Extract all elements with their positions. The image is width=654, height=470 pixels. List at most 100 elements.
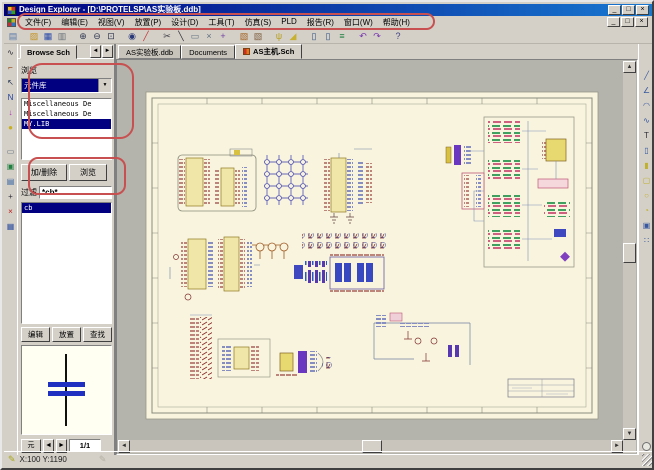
select-mode-icon[interactable]: ▤ xyxy=(6,30,20,43)
net-label-tool-icon[interactable]: N xyxy=(5,92,17,104)
menu-item-2[interactable]: 视图(V) xyxy=(93,17,130,28)
close-button[interactable]: × xyxy=(636,5,649,15)
find-button[interactable]: 查找 xyxy=(83,327,112,342)
graphic-tool-icon[interactable]: ▣ xyxy=(641,220,653,232)
panel-tab-right-arrow[interactable]: ► xyxy=(102,45,113,58)
cursor-tool-icon[interactable]: ↖ xyxy=(5,77,17,89)
library-list-item[interactable]: MY.LIB xyxy=(22,119,111,129)
minimize-button[interactable]: _ xyxy=(608,5,621,15)
menu-item-10[interactable]: 帮助(H) xyxy=(378,17,415,28)
doc-close-button[interactable]: × xyxy=(635,17,648,27)
doc-tab-2[interactable]: AS主机.Sch xyxy=(235,44,302,59)
vertical-scroll-thumb[interactable] xyxy=(623,243,636,263)
menu-item-8[interactable]: 报告(R) xyxy=(302,17,339,28)
doc-tab-0[interactable]: AS实验板.ddb xyxy=(118,45,181,59)
select-area-icon[interactable]: ▭ xyxy=(188,30,202,43)
toolbar-separator xyxy=(265,30,272,43)
edit-button[interactable]: 编辑 xyxy=(21,327,50,342)
place-button[interactable]: 放置 xyxy=(52,327,81,342)
block-title xyxy=(508,379,574,397)
delete-tool-icon[interactable]: × xyxy=(5,206,17,218)
netlist-icon[interactable]: ▯ xyxy=(321,30,335,43)
tab-browse-sch[interactable]: Browse Sch xyxy=(20,45,77,59)
round-rect-tool-icon[interactable]: ▢ xyxy=(641,175,653,187)
picture-tool-icon[interactable]: ▣ xyxy=(5,161,17,173)
filter-input[interactable]: *cb* xyxy=(39,186,112,199)
menu-item-4[interactable]: 设计(D) xyxy=(166,17,203,28)
curve-tool-icon[interactable]: ∿ xyxy=(641,115,653,127)
arc-tool-icon[interactable]: ◠ xyxy=(641,100,653,112)
browse-button[interactable]: 浏览 xyxy=(69,164,107,181)
pie-tool-icon[interactable]: ◔ xyxy=(641,205,653,217)
sheets-tool-icon[interactable]: ▤ xyxy=(5,176,17,188)
panel-tab-left-arrow[interactable]: ◄ xyxy=(90,45,101,58)
sheet-part-tool-icon[interactable]: ▯ xyxy=(641,145,653,157)
browse-mode-dropdown[interactable]: 元件库 ▼ xyxy=(21,78,112,93)
menu-bar: 文件(F)编辑(E)视图(V)放置(P)设计(D)工具(T)仿真(S)PLD报告… xyxy=(4,16,652,29)
add-part-icon[interactable]: ▧ xyxy=(251,30,265,43)
menu-item-9[interactable]: 窗口(W) xyxy=(339,17,378,28)
cut-icon[interactable]: × xyxy=(202,30,216,43)
browse-library-icon[interactable]: ▧ xyxy=(237,30,251,43)
annotate-icon[interactable]: ◢ xyxy=(286,30,300,43)
menu-item-3[interactable]: 放置(P) xyxy=(130,17,167,28)
wire-tool-icon[interactable]: ∿ xyxy=(5,47,17,59)
library-list-item[interactable]: Miscellaneous De xyxy=(22,109,111,119)
library-list-item[interactable]: Miscellaneous De xyxy=(22,99,111,109)
draw-line-tool-icon[interactable]: ╱ xyxy=(641,70,653,82)
find-icon[interactable]: ◉ xyxy=(125,30,139,43)
library-list[interactable]: Miscellaneous DeMiscellaneous DeMY.LIB xyxy=(21,98,112,160)
zoom-document-icon[interactable]: ⊡ xyxy=(104,30,118,43)
port-tool-icon[interactable]: ↓ xyxy=(5,107,17,119)
redline-icon[interactable]: ╱ xyxy=(139,30,153,43)
scroll-down-icon[interactable]: ▼ xyxy=(623,428,636,440)
doc-minimize-button[interactable]: _ xyxy=(607,17,620,27)
sheet-symbol-tool-icon[interactable]: ▭ xyxy=(5,146,17,158)
open-document-icon[interactable]: ▨ xyxy=(27,30,41,43)
resize-grip[interactable] xyxy=(642,454,654,466)
doc-restore-button[interactable]: □ xyxy=(621,17,634,27)
add-remove-button[interactable]: 加/删除 xyxy=(21,164,67,181)
pan-view-icon[interactable] xyxy=(642,442,651,451)
schematic-canvas[interactable]: ▲ ▼ ◄ ► xyxy=(116,59,638,455)
bus-tool-icon[interactable]: ⌐ xyxy=(5,62,17,74)
document-system-icon[interactable] xyxy=(7,18,16,27)
undo-icon[interactable]: ↶ xyxy=(356,30,370,43)
rectangle-tool-icon[interactable]: ▮ xyxy=(641,160,653,172)
polyline-tool-icon[interactable]: ∠ xyxy=(641,85,653,97)
zoom-out-icon[interactable]: ⊖ xyxy=(90,30,104,43)
ellipse-tool-icon[interactable]: ○ xyxy=(641,190,653,202)
junction-tool-icon[interactable]: + xyxy=(5,191,17,203)
help-icon[interactable]: ? xyxy=(391,30,405,43)
move-icon[interactable]: + xyxy=(216,30,230,43)
print-icon[interactable]: ▥ xyxy=(55,30,69,43)
vertical-scrollbar[interactable]: ▲ ▼ xyxy=(623,61,636,440)
zoom-in-icon[interactable]: ⊕ xyxy=(76,30,90,43)
text-tool-icon[interactable]: T xyxy=(641,130,653,142)
probe-icon[interactable]: ψ xyxy=(272,30,286,43)
menu-item-7[interactable]: PLD xyxy=(276,17,302,28)
wiring-toolbar: ∿ ⌐ ↖ N ↓ ● ▭ ▣ ▤ + × ▦ xyxy=(4,44,18,455)
part-tool-icon[interactable]: ● xyxy=(5,122,17,134)
save-icon[interactable]: ▦ xyxy=(41,30,55,43)
menu-item-0[interactable]: 文件(F) xyxy=(20,17,56,28)
redo-icon[interactable]: ↷ xyxy=(370,30,384,43)
doc-tab-1[interactable]: Documents xyxy=(181,45,235,59)
maximize-button[interactable]: □ xyxy=(622,5,635,15)
chevron-down-icon[interactable]: ▼ xyxy=(98,79,111,92)
grid-tool-icon[interactable]: ▦ xyxy=(5,221,17,233)
tools-icon[interactable]: ✂ xyxy=(160,30,174,43)
menu-item-5[interactable]: 工具(T) xyxy=(203,17,239,28)
menu-item-6[interactable]: 仿真(S) xyxy=(240,17,277,28)
draw-line-icon[interactable]: ╲ xyxy=(174,30,188,43)
menu-item-1[interactable]: 编辑(E) xyxy=(56,17,93,28)
document-window-controls: _□× xyxy=(607,17,648,27)
simulate-icon[interactable]: ▯ xyxy=(307,30,321,43)
filter-list-item[interactable]: cb xyxy=(22,203,111,213)
report-icon[interactable]: ≡ xyxy=(335,30,349,43)
title-bar[interactable]: Design Explorer - [D:\PROTELSP\AS实验板.ddb… xyxy=(4,4,652,16)
array-tool-icon[interactable]: ∷ xyxy=(641,235,653,247)
component-list[interactable]: cb xyxy=(21,202,112,324)
block-connectors xyxy=(446,145,471,165)
scroll-up-icon[interactable]: ▲ xyxy=(623,61,636,73)
